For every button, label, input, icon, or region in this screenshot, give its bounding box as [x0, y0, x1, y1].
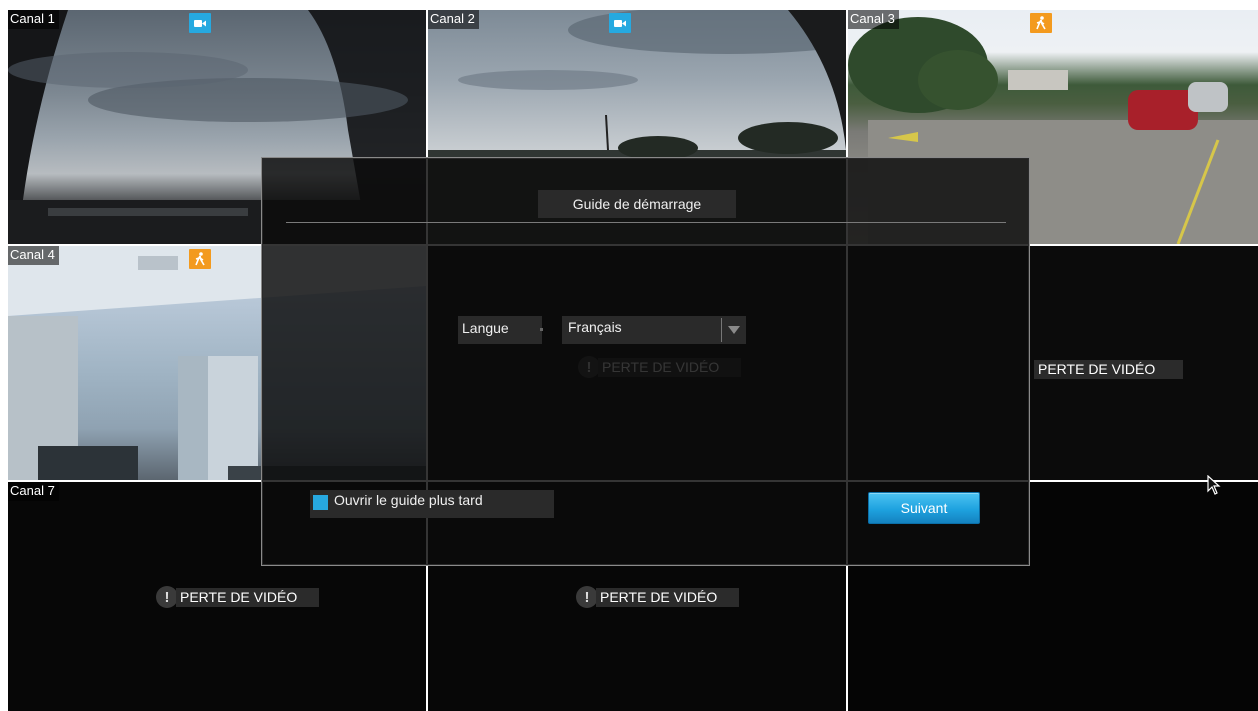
next-button[interactable]: Suivant — [868, 492, 980, 524]
channel-label: Canal 2 — [428, 10, 479, 29]
language-select-value: Français — [568, 319, 622, 335]
label-separator — [540, 328, 543, 331]
open-later-checkbox[interactable] — [313, 495, 328, 510]
camera-icon — [609, 13, 631, 33]
title-divider — [286, 222, 1006, 223]
motion-icon — [189, 249, 211, 269]
open-later-label: Ouvrir le guide plus tard — [334, 492, 483, 508]
exclamation-icon: ! — [576, 586, 598, 608]
exclamation-icon: ! — [156, 586, 178, 608]
channel-label: Canal 3 — [848, 10, 899, 29]
video-loss-indicator: PERTE DE VIDÉO — [1034, 360, 1184, 379]
channel-label: Canal 7 — [8, 482, 59, 501]
language-label: Langue — [458, 316, 542, 344]
dialog-title: Guide de démarrage — [538, 190, 736, 218]
camera-icon — [189, 13, 211, 33]
mouse-pointer-icon — [1207, 474, 1221, 500]
open-later-option[interactable]: Ouvrir le guide plus tard — [310, 490, 554, 518]
chevron-down-icon[interactable] — [721, 318, 746, 342]
channel-label: Canal 1 — [8, 10, 59, 29]
channel-label: Canal 4 — [8, 246, 59, 265]
startup-guide-dialog: Guide de démarrage Langue Français Ouvri… — [261, 157, 1030, 566]
language-select[interactable]: Français — [562, 316, 746, 344]
video-loss-indicator: ! PERTE DE VIDÉO — [156, 586, 320, 608]
motion-icon — [1030, 13, 1052, 33]
video-loss-indicator: ! PERTE DE VIDÉO — [576, 586, 740, 608]
